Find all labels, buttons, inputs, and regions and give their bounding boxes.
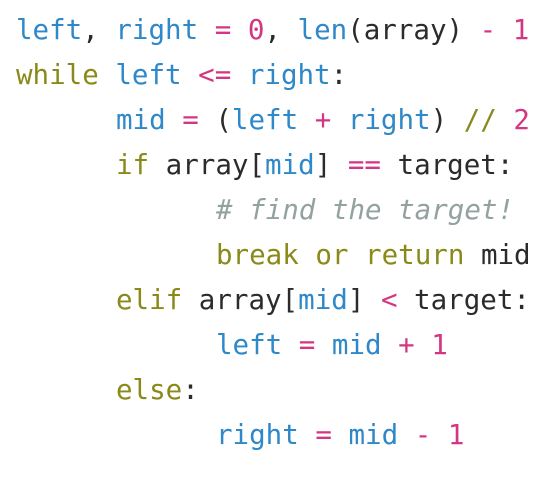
code-token-variable: right <box>347 104 431 136</box>
code-token-plain: mid <box>464 239 531 271</box>
code-token-number: 0 <box>247 14 265 46</box>
code-token-plain: , <box>82 14 116 46</box>
code-token-plain: array[ <box>149 149 266 181</box>
code-token-keyword: if <box>116 149 150 181</box>
code-token-variable: right <box>247 59 331 91</box>
code-line: while left <= right: <box>16 53 531 98</box>
code-token-plain: target: <box>397 284 530 316</box>
code-token-plain: , <box>264 14 298 46</box>
code-token-number: 1 <box>496 14 530 46</box>
code-token-number: 2 <box>496 104 530 136</box>
code-token-plain: ] <box>347 284 381 316</box>
code-token-variable: left <box>231 104 299 136</box>
code-token-plain: (array) <box>347 14 480 46</box>
code-token-keyword: break <box>216 239 299 271</box>
code-token-keyword: else <box>116 374 183 406</box>
code-token-operator: = <box>298 419 349 451</box>
code-token-plain: array[ <box>182 284 299 316</box>
code-token-variable: right <box>115 14 199 46</box>
code-line: if array[mid] == target: <box>16 143 531 188</box>
code-token-operator: + <box>381 329 432 361</box>
code-line: right = mid - 1 <box>16 413 531 458</box>
code-token-variable: left <box>16 14 83 46</box>
code-token-plain: ] <box>314 149 348 181</box>
code-token-keyword: elif <box>116 284 183 316</box>
code-token-operator: - <box>398 419 448 451</box>
code-token-keyword: or <box>315 239 349 271</box>
code-line: # find the target! <box>16 188 531 233</box>
code-token-keyword: return <box>365 239 465 271</box>
code-token-operator: <= <box>181 59 248 91</box>
code-line: left, right = 0, len(array) - 1 <box>16 8 531 53</box>
code-token-plain: target: <box>380 149 514 181</box>
code-token-plain: : <box>182 374 199 406</box>
code-token-operator: = <box>165 104 216 136</box>
code-token-variable: mid <box>348 419 399 451</box>
code-token-keyword: while <box>16 59 99 91</box>
code-token-variable: mid <box>331 329 382 361</box>
code-line: else: <box>16 368 531 413</box>
code-line: left = mid + 1 <box>16 323 531 368</box>
code-token-keyword: // <box>463 104 497 136</box>
code-token-number: 1 <box>447 419 465 451</box>
code-token-variable: left <box>216 329 283 361</box>
code-block: left, right = 0, len(array) - 1 while lef… <box>16 8 531 458</box>
code-token-operator: = <box>282 329 332 361</box>
code-line: elif array[mid] < target: <box>16 278 531 323</box>
code-token-operator: == <box>347 149 381 181</box>
code-token-variable: right <box>216 419 299 451</box>
code-token-operator: < <box>380 284 398 316</box>
code-token-number: 1 <box>431 329 448 361</box>
code-token-variable: mid <box>298 284 348 316</box>
code-token-plain: ) <box>430 104 464 136</box>
code-token-variable: left <box>115 59 182 91</box>
code-token-variable: mid <box>265 149 315 181</box>
code-line: mid = (left + right) // 2 <box>16 98 531 143</box>
code-token-variable: mid <box>116 104 166 136</box>
code-token-operator: - <box>479 14 497 46</box>
code-token-operator: = <box>198 14 248 46</box>
code-token-operator: + <box>298 104 348 136</box>
code-token-comment: # find the target! <box>216 194 515 226</box>
code-token-plain: : <box>330 59 348 91</box>
code-line: break or return mid <box>16 233 531 278</box>
code-token-plain: ( <box>215 104 232 136</box>
code-token-variable: len <box>297 14 348 46</box>
